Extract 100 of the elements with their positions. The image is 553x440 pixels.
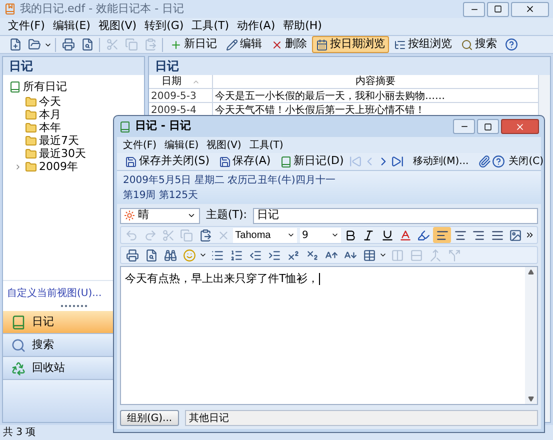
underline-icon: [380, 228, 394, 242]
new-diary-button[interactable]: 新日记(D): [276, 153, 348, 170]
menu-item[interactable]: 编辑(E): [52, 18, 90, 35]
menu-item[interactable]: 文件(F): [8, 18, 45, 35]
maximize-icon: [484, 122, 492, 130]
menu-item[interactable]: 视图(V): [98, 18, 137, 35]
close-button[interactable]: [501, 119, 539, 134]
numbered-list-icon: [230, 248, 242, 262]
bold-icon: [344, 228, 357, 242]
printer-icon: [62, 38, 74, 51]
close-editor-button[interactable]: 关闭(C): [506, 154, 547, 169]
menu-item[interactable]: 视图(V): [206, 138, 242, 152]
paperclip-icon: [478, 155, 491, 168]
save-icon: [218, 156, 231, 168]
scroll-down-icon[interactable]: [528, 396, 534, 402]
folder-icon: [28, 38, 40, 51]
maximize-icon: [494, 5, 502, 13]
merge-icon: [428, 248, 442, 262]
save-and-close-button[interactable]: 保存并关闭(S): [121, 153, 214, 170]
font-dropdown[interactable]: Tahoma: [233, 228, 297, 242]
caret-icon: [379, 251, 387, 259]
save-button[interactable]: 保存(A): [214, 153, 275, 170]
help-icon: [504, 38, 518, 51]
caret-icon: [199, 251, 207, 259]
clipboard-icon: [144, 38, 156, 51]
search-button[interactable]: 搜索: [457, 36, 501, 53]
expander-icon[interactable]: [14, 163, 22, 171]
browse-by-date-button[interactable]: 按日期浏览: [312, 36, 389, 53]
close-icon: [515, 122, 525, 132]
book-icon: [11, 314, 26, 330]
diary-text[interactable]: 今天有点热，早上出来只穿了件T恤衫，: [125, 272, 319, 285]
new-diary-button[interactable]: 新日记: [166, 36, 221, 53]
group-field: 其他日记: [185, 410, 538, 426]
weather-dropdown[interactable]: 晴: [120, 208, 200, 224]
table-icon: [362, 248, 376, 262]
table-cell-text: 今天是五一小长假的最后一天，我和小丽去购物……: [214, 90, 446, 102]
undo-icon: [125, 228, 138, 242]
help-icon: [492, 155, 505, 168]
folder-icon: [25, 161, 37, 173]
bullet-list-icon: [210, 248, 224, 262]
subject-label: 主题(T):: [206, 207, 248, 224]
more-icon[interactable]: [525, 230, 535, 240]
align-left-button[interactable]: [433, 227, 451, 243]
caret-icon: [330, 231, 339, 239]
subscript-icon: [306, 248, 318, 262]
move-to-button[interactable]: 移动到(M)...: [410, 154, 472, 169]
menu-item[interactable]: 动作(A): [237, 18, 276, 35]
font-size-dropdown[interactable]: 9: [300, 228, 341, 242]
book-icon: [119, 120, 131, 132]
menu-item[interactable]: 工具(T): [192, 18, 229, 35]
edit-button[interactable]: 编辑: [222, 36, 266, 53]
customize-view-link[interactable]: 自定义当前视图(U)...: [7, 288, 102, 298]
scissors-icon: [162, 228, 175, 242]
attach-button[interactable]: [478, 153, 491, 170]
maximize-button[interactable]: [477, 119, 499, 134]
subject-field[interactable]: 日记: [253, 208, 538, 224]
list-header: 日记: [149, 57, 550, 75]
skip-forward-icon: [390, 155, 404, 168]
columns-icon: [390, 248, 404, 262]
folder-icon: [25, 109, 37, 121]
scissors-icon: [106, 38, 118, 51]
folder-icon: [25, 96, 37, 108]
align-left-icon: [436, 228, 449, 242]
cross-icon: [216, 228, 230, 242]
page-magnifier-icon: [144, 248, 158, 262]
menu-item[interactable]: 文件(F): [123, 138, 157, 152]
page-icon: [8, 38, 22, 51]
scroll-up-icon[interactable]: [528, 269, 534, 275]
column-header[interactable]: 日期: [149, 75, 213, 88]
rows-icon: [410, 248, 422, 262]
italic-icon: [362, 228, 376, 242]
menu-item[interactable]: 工具(T): [249, 138, 284, 152]
menu-item[interactable]: 帮助(H): [283, 18, 322, 35]
recycle-icon: [11, 360, 26, 376]
maximize-button[interactable]: [487, 2, 509, 16]
group-button[interactable]: 组别(G)...: [120, 410, 180, 426]
highlighter-icon: [417, 228, 430, 242]
superscript-icon: [286, 248, 300, 262]
tree-item[interactable]: 所有日记: [23, 79, 67, 96]
sidebar-header: 日记: [3, 57, 144, 75]
close-button[interactable]: [511, 2, 549, 16]
delete-button[interactable]: 删除: [267, 36, 311, 53]
help-button[interactable]: [492, 153, 505, 170]
window-title: 我的日记.edf - 效能日记本 - 日记: [20, 0, 186, 17]
app-icon: [4, 3, 16, 15]
menu-item[interactable]: 编辑(E): [164, 138, 199, 152]
date-line: 2009年5月5日 星期二 农历己丑年(牛)四月十一: [123, 174, 336, 188]
search-icon: [461, 38, 473, 50]
column-header[interactable]: 内容摘要: [213, 75, 538, 88]
caret-icon: [187, 211, 196, 220]
folder-icon: [25, 135, 37, 147]
browse-by-group-button[interactable]: 按组浏览: [390, 36, 456, 53]
menu-item[interactable]: 转到(G): [144, 18, 184, 35]
clipboard-icon: [198, 228, 212, 242]
split-icon: [448, 248, 460, 262]
close-icon: [525, 4, 535, 14]
book-icon: [9, 81, 21, 94]
caret-icon: [286, 231, 295, 239]
image-icon: [509, 228, 522, 242]
table-cell: 2009-5-3: [149, 89, 213, 102]
